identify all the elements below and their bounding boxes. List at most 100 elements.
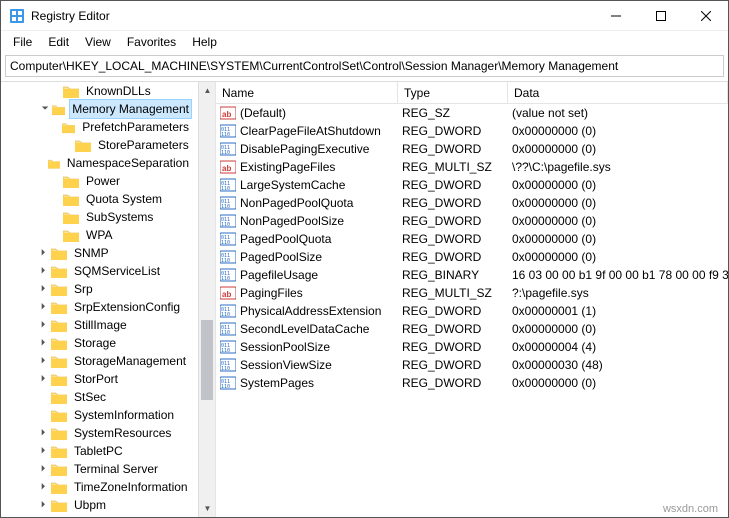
close-button[interactable] bbox=[683, 1, 728, 31]
scroll-up-icon[interactable]: ▲ bbox=[199, 82, 216, 99]
menu-file[interactable]: File bbox=[5, 33, 40, 51]
column-header-data[interactable]: Data bbox=[508, 82, 728, 103]
list-row[interactable]: SessionViewSizeREG_DWORD0x00000030 (48) bbox=[216, 356, 728, 374]
tree-item[interactable]: ⏷Memory Management bbox=[1, 100, 198, 118]
value-data: \??\C:\pagefile.sys bbox=[512, 160, 728, 174]
column-header-type[interactable]: Type bbox=[398, 82, 508, 103]
tree-scrollbar[interactable]: ▲ ▼ bbox=[198, 82, 215, 517]
column-header-name[interactable]: Name bbox=[216, 82, 398, 103]
list-row[interactable]: PagingFilesREG_MULTI_SZ?:\pagefile.sys bbox=[216, 284, 728, 302]
list-pane[interactable]: Name Type Data (Default)REG_SZ(value not… bbox=[216, 82, 728, 517]
tree-item[interactable]: ⏵TabletPC bbox=[1, 442, 198, 460]
tree-item[interactable]: ⏵SrpExtensionConfig bbox=[1, 298, 198, 316]
tree-item[interactable]: ⏵ StorageManagement bbox=[1, 352, 198, 370]
tree-expand-icon[interactable]: ⏵ bbox=[37, 442, 49, 460]
list-row[interactable]: SessionPoolSizeREG_DWORD0x00000004 (4) bbox=[216, 338, 728, 356]
tree-item[interactable]: SystemInformation bbox=[1, 406, 198, 424]
tree-item[interactable]: ⏵Ubpm bbox=[1, 496, 198, 514]
list-row[interactable]: LargeSystemCacheREG_DWORD0x00000000 (0) bbox=[216, 176, 728, 194]
value-name: (Default) bbox=[240, 106, 402, 120]
menu-favorites[interactable]: Favorites bbox=[119, 33, 184, 51]
tree-item[interactable]: SubSystems bbox=[1, 208, 198, 226]
menu-edit[interactable]: Edit bbox=[40, 33, 77, 51]
minimize-button[interactable] bbox=[593, 1, 638, 31]
tree-expand-icon[interactable]: ⏵ bbox=[37, 316, 49, 334]
window-title: Registry Editor bbox=[31, 9, 593, 23]
value-name: PagingFiles bbox=[240, 286, 402, 300]
folder-icon bbox=[52, 103, 65, 116]
tree-item-label: Storage bbox=[71, 334, 119, 352]
tree-expand-icon[interactable]: ⏵ bbox=[37, 334, 49, 352]
tree-collapse-icon[interactable]: ⏷ bbox=[40, 100, 50, 118]
value-type: REG_SZ bbox=[402, 106, 512, 120]
scroll-down-icon[interactable]: ▼ bbox=[199, 500, 216, 517]
tree-expand-icon[interactable]: ⏵ bbox=[37, 424, 49, 442]
tree-expand-icon[interactable]: ⏵ bbox=[37, 370, 49, 388]
list-row[interactable]: PagefileUsageREG_BINARY16 03 00 00 b1 9f… bbox=[216, 266, 728, 284]
list-row[interactable]: (Default)REG_SZ(value not set) bbox=[216, 104, 728, 122]
tree-expand-icon[interactable]: ⏵ bbox=[37, 262, 49, 280]
list-row[interactable]: ExistingPageFilesREG_MULTI_SZ\??\C:\page… bbox=[216, 158, 728, 176]
tree-item-label: SNMP bbox=[71, 244, 112, 262]
tree-item[interactable]: ⏵ SNMP bbox=[1, 244, 198, 262]
value-data: 0x00000001 (1) bbox=[512, 304, 728, 318]
tree-item[interactable]: ⏵ StillImage bbox=[1, 316, 198, 334]
folder-icon bbox=[51, 481, 67, 494]
tree-item-label: Terminal Server bbox=[71, 460, 161, 478]
tree-expand-icon[interactable]: ⏵ bbox=[37, 244, 49, 262]
value-name: LargeSystemCache bbox=[240, 178, 402, 192]
list-row[interactable]: NonPagedPoolSizeREG_DWORD0x00000000 (0) bbox=[216, 212, 728, 230]
list-row[interactable]: SecondLevelDataCacheREG_DWORD0x00000000 … bbox=[216, 320, 728, 338]
list-row[interactable]: PagedPoolSizeREG_DWORD0x00000000 (0) bbox=[216, 248, 728, 266]
list-row[interactable]: PagedPoolQuotaREG_DWORD0x00000000 (0) bbox=[216, 230, 728, 248]
tree-item-label: StillImage bbox=[71, 316, 130, 334]
value-data: 0x00000004 (4) bbox=[512, 340, 728, 354]
list-row[interactable]: NonPagedPoolQuotaREG_DWORD0x00000000 (0) bbox=[216, 194, 728, 212]
tree-item-label: WPA bbox=[83, 226, 115, 244]
address-bar[interactable]: Computer\HKEY_LOCAL_MACHINE\SYSTEM\Curre… bbox=[5, 55, 724, 77]
tree-item-label: StorageManagement bbox=[71, 352, 189, 370]
tree-item[interactable]: ⏵ Storage bbox=[1, 334, 198, 352]
binary-value-icon bbox=[220, 321, 236, 337]
tree-item[interactable]: WPA bbox=[1, 226, 198, 244]
scroll-track[interactable] bbox=[199, 99, 215, 500]
tree-item[interactable]: NamespaceSeparation bbox=[1, 154, 198, 172]
tree-pane[interactable]: KnownDLLs⏷Memory ManagementPrefetchParam… bbox=[1, 82, 198, 517]
menu-view[interactable]: View bbox=[77, 33, 119, 51]
tree-expand-icon[interactable]: ⏵ bbox=[37, 496, 49, 514]
tree-item[interactable]: KnownDLLs bbox=[1, 82, 198, 100]
tree-item-label: StSec bbox=[71, 388, 109, 406]
list-row[interactable]: DisablePagingExecutiveREG_DWORD0x0000000… bbox=[216, 140, 728, 158]
value-type: REG_DWORD bbox=[402, 358, 512, 372]
binary-value-icon bbox=[220, 213, 236, 229]
list-row[interactable]: ClearPageFileAtShutdownREG_DWORD0x000000… bbox=[216, 122, 728, 140]
tree-item[interactable]: ⏵ Terminal Server bbox=[1, 460, 198, 478]
tree-expand-icon[interactable]: ⏵ bbox=[37, 298, 49, 316]
address-text: Computer\HKEY_LOCAL_MACHINE\SYSTEM\Curre… bbox=[10, 59, 618, 73]
tree-expand-icon[interactable]: ⏵ bbox=[37, 460, 49, 478]
scroll-thumb[interactable] bbox=[201, 320, 213, 400]
list-row[interactable]: SystemPagesREG_DWORD0x00000000 (0) bbox=[216, 374, 728, 392]
maximize-button[interactable] bbox=[638, 1, 683, 31]
tree-expand-icon[interactable]: ⏵ bbox=[37, 352, 49, 370]
binary-value-icon bbox=[220, 177, 236, 193]
tree-item[interactable]: StSec bbox=[1, 388, 198, 406]
tree-item[interactable]: ⏵SQMServiceList bbox=[1, 262, 198, 280]
value-data: (value not set) bbox=[512, 106, 728, 120]
tree-expand-icon[interactable]: ⏵ bbox=[37, 280, 49, 298]
folder-icon bbox=[51, 427, 67, 440]
tree-item[interactable]: ⏵SystemResources bbox=[1, 424, 198, 442]
list-row[interactable]: PhysicalAddressExtensionREG_DWORD0x00000… bbox=[216, 302, 728, 320]
binary-value-icon bbox=[220, 339, 236, 355]
tree-expand-icon[interactable]: ⏵ bbox=[37, 478, 49, 496]
tree-item[interactable]: Quota System bbox=[1, 190, 198, 208]
tree-item[interactable]: StoreParameters bbox=[1, 136, 198, 154]
tree-item[interactable]: ⏵Srp bbox=[1, 280, 198, 298]
value-data: 16 03 00 00 b1 9f 00 00 b1 78 00 00 f9 3 bbox=[512, 268, 728, 282]
tree-item[interactable]: Power bbox=[1, 172, 198, 190]
tree-item[interactable]: PrefetchParameters bbox=[1, 118, 198, 136]
tree-item[interactable]: ⏵TimeZoneInformation bbox=[1, 478, 198, 496]
menu-help[interactable]: Help bbox=[184, 33, 225, 51]
value-data: 0x00000000 (0) bbox=[512, 124, 728, 138]
tree-item[interactable]: ⏵StorPort bbox=[1, 370, 198, 388]
